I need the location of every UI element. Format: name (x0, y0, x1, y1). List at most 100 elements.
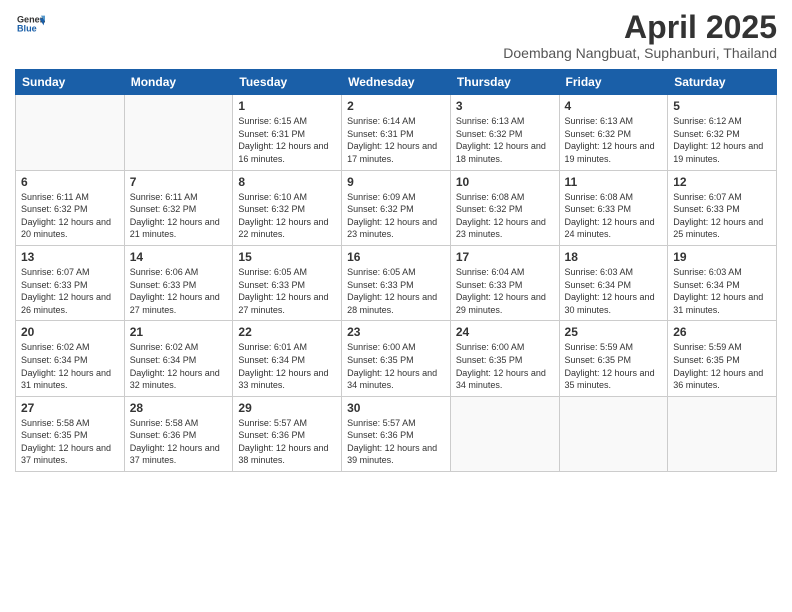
calendar-cell-w2-d2: 8 Sunrise: 6:10 AM Sunset: 6:32 PM Daylig… (233, 170, 342, 245)
title-block: April 2025 Doembang Nangbuat, Suphanburi… (503, 10, 777, 61)
calendar-cell-w4-d6: 26 Sunrise: 5:59 AM Sunset: 6:35 PM Dayli… (668, 321, 777, 396)
calendar-cell-w4-d3: 23 Sunrise: 6:00 AM Sunset: 6:35 PM Dayli… (342, 321, 451, 396)
day-number: 5 (673, 99, 771, 113)
day-info: Sunrise: 6:07 AM Sunset: 6:33 PM Dayligh… (21, 266, 119, 316)
header-tuesday: Tuesday (233, 70, 342, 95)
day-info: Sunrise: 6:05 AM Sunset: 6:33 PM Dayligh… (238, 266, 336, 316)
day-info: Sunrise: 6:00 AM Sunset: 6:35 PM Dayligh… (347, 341, 445, 391)
day-number: 16 (347, 250, 445, 264)
calendar-cell-w3-d3: 16 Sunrise: 6:05 AM Sunset: 6:33 PM Dayli… (342, 245, 451, 320)
calendar-cell-w2-d4: 10 Sunrise: 6:08 AM Sunset: 6:32 PM Dayli… (450, 170, 559, 245)
day-info: Sunrise: 5:58 AM Sunset: 6:35 PM Dayligh… (21, 417, 119, 467)
day-number: 8 (238, 175, 336, 189)
day-info: Sunrise: 6:06 AM Sunset: 6:33 PM Dayligh… (130, 266, 228, 316)
calendar-cell-w2-d3: 9Sunrise: 6:09 AM Sunset: 6:32 PM Daylig… (342, 170, 451, 245)
day-number: 23 (347, 325, 445, 339)
calendar-cell-w5-d0: 27 Sunrise: 5:58 AM Sunset: 6:35 PM Dayli… (16, 396, 125, 471)
header-friday: Friday (559, 70, 668, 95)
calendar-cell-w3-d0: 13 Sunrise: 6:07 AM Sunset: 6:33 PM Dayli… (16, 245, 125, 320)
day-info: Sunrise: 5:59 AM Sunset: 6:35 PM Dayligh… (565, 341, 663, 391)
calendar-cell-w3-d6: 19 Sunrise: 6:03 AM Sunset: 6:34 PM Dayli… (668, 245, 777, 320)
day-number: 25 (565, 325, 663, 339)
calendar-title: April 2025 (503, 10, 777, 45)
calendar-cell-w1-d4: 3 Sunrise: 6:13 AM Sunset: 6:32 PM Daylig… (450, 95, 559, 170)
calendar-cell-w5-d6 (668, 396, 777, 471)
logo-icon: General Blue (17, 10, 45, 38)
day-number: 29 (238, 401, 336, 415)
day-number: 10 (456, 175, 554, 189)
day-number: 17 (456, 250, 554, 264)
calendar-cell-w1-d6: 5 Sunrise: 6:12 AM Sunset: 6:32 PM Daylig… (668, 95, 777, 170)
day-info: Sunrise: 6:13 AM Sunset: 6:32 PM Dayligh… (565, 115, 663, 165)
day-info: Sunrise: 5:59 AM Sunset: 6:35 PM Dayligh… (673, 341, 771, 391)
day-info: Sunrise: 6:14 AM Sunset: 6:31 PM Dayligh… (347, 115, 445, 165)
week-row-2: 6 Sunrise: 6:11 AM Sunset: 6:32 PM Daylig… (16, 170, 777, 245)
day-number: 15 (238, 250, 336, 264)
day-info: Sunrise: 6:08 AM Sunset: 6:32 PM Dayligh… (456, 191, 554, 241)
calendar-cell-w2-d1: 7 Sunrise: 6:11 AM Sunset: 6:32 PM Daylig… (124, 170, 233, 245)
week-row-3: 13 Sunrise: 6:07 AM Sunset: 6:33 PM Dayli… (16, 245, 777, 320)
day-info: Sunrise: 6:09 AM Sunset: 6:32 PM Dayligh… (347, 191, 445, 241)
calendar-cell-w5-d5 (559, 396, 668, 471)
day-info: Sunrise: 6:02 AM Sunset: 6:34 PM Dayligh… (21, 341, 119, 391)
week-row-4: 20 Sunrise: 6:02 AM Sunset: 6:34 PM Dayli… (16, 321, 777, 396)
day-number: 3 (456, 99, 554, 113)
calendar-cell-w2-d0: 6 Sunrise: 6:11 AM Sunset: 6:32 PM Daylig… (16, 170, 125, 245)
header-monday: Monday (124, 70, 233, 95)
week-row-5: 27 Sunrise: 5:58 AM Sunset: 6:35 PM Dayli… (16, 396, 777, 471)
day-number: 7 (130, 175, 228, 189)
day-number: 6 (21, 175, 119, 189)
day-info: Sunrise: 6:05 AM Sunset: 6:33 PM Dayligh… (347, 266, 445, 316)
day-info: Sunrise: 5:57 AM Sunset: 6:36 PM Dayligh… (347, 417, 445, 467)
day-info: Sunrise: 6:11 AM Sunset: 6:32 PM Dayligh… (21, 191, 119, 241)
day-number: 13 (21, 250, 119, 264)
calendar-cell-w3-d5: 18 Sunrise: 6:03 AM Sunset: 6:34 PM Dayli… (559, 245, 668, 320)
weekday-header-row: Sunday Monday Tuesday Wednesday Thursday… (16, 70, 777, 95)
calendar-cell-w4-d2: 22Sunrise: 6:01 AM Sunset: 6:34 PM Dayli… (233, 321, 342, 396)
day-number: 27 (21, 401, 119, 415)
header-wednesday: Wednesday (342, 70, 451, 95)
day-info: Sunrise: 6:07 AM Sunset: 6:33 PM Dayligh… (673, 191, 771, 241)
calendar-cell-w5-d2: 29Sunrise: 5:57 AM Sunset: 6:36 PM Dayli… (233, 396, 342, 471)
day-number: 28 (130, 401, 228, 415)
calendar-cell-w1-d2: 1 Sunrise: 6:15 AM Sunset: 6:31 PM Daylig… (233, 95, 342, 170)
day-number: 18 (565, 250, 663, 264)
logo: General Blue (15, 10, 45, 43)
day-number: 26 (673, 325, 771, 339)
calendar-cell-w2-d6: 12 Sunrise: 6:07 AM Sunset: 6:33 PM Dayli… (668, 170, 777, 245)
day-number: 11 (565, 175, 663, 189)
calendar-cell-w3-d2: 15 Sunrise: 6:05 AM Sunset: 6:33 PM Dayli… (233, 245, 342, 320)
day-number: 1 (238, 99, 336, 113)
day-number: 21 (130, 325, 228, 339)
day-info: Sunrise: 6:03 AM Sunset: 6:34 PM Dayligh… (565, 266, 663, 316)
day-info: Sunrise: 6:13 AM Sunset: 6:32 PM Dayligh… (456, 115, 554, 165)
calendar-cell-w2-d5: 11 Sunrise: 6:08 AM Sunset: 6:33 PM Dayli… (559, 170, 668, 245)
calendar-cell-w3-d1: 14 Sunrise: 6:06 AM Sunset: 6:33 PM Dayli… (124, 245, 233, 320)
day-info: Sunrise: 6:02 AM Sunset: 6:34 PM Dayligh… (130, 341, 228, 391)
calendar-cell-w1-d0 (16, 95, 125, 170)
calendar-cell-w4-d4: 24Sunrise: 6:00 AM Sunset: 6:35 PM Dayli… (450, 321, 559, 396)
calendar-cell-w1-d5: 4Sunrise: 6:13 AM Sunset: 6:32 PM Daylig… (559, 95, 668, 170)
day-info: Sunrise: 6:08 AM Sunset: 6:33 PM Dayligh… (565, 191, 663, 241)
calendar-cell-w1-d3: 2Sunrise: 6:14 AM Sunset: 6:31 PM Daylig… (342, 95, 451, 170)
day-info: Sunrise: 6:11 AM Sunset: 6:32 PM Dayligh… (130, 191, 228, 241)
day-info: Sunrise: 6:03 AM Sunset: 6:34 PM Dayligh… (673, 266, 771, 316)
day-number: 20 (21, 325, 119, 339)
day-number: 12 (673, 175, 771, 189)
calendar-cell-w3-d4: 17Sunrise: 6:04 AM Sunset: 6:33 PM Dayli… (450, 245, 559, 320)
day-info: Sunrise: 6:15 AM Sunset: 6:31 PM Dayligh… (238, 115, 336, 165)
calendar-cell-w5-d3: 30 Sunrise: 5:57 AM Sunset: 6:36 PM Dayli… (342, 396, 451, 471)
header-saturday: Saturday (668, 70, 777, 95)
day-number: 30 (347, 401, 445, 415)
day-info: Sunrise: 6:00 AM Sunset: 6:35 PM Dayligh… (456, 341, 554, 391)
day-number: 14 (130, 250, 228, 264)
day-info: Sunrise: 6:10 AM Sunset: 6:32 PM Dayligh… (238, 191, 336, 241)
calendar-cell-w1-d1 (124, 95, 233, 170)
day-number: 19 (673, 250, 771, 264)
week-row-1: 1 Sunrise: 6:15 AM Sunset: 6:31 PM Daylig… (16, 95, 777, 170)
calendar-cell-w4-d1: 21 Sunrise: 6:02 AM Sunset: 6:34 PM Dayli… (124, 321, 233, 396)
calendar-table: Sunday Monday Tuesday Wednesday Thursday… (15, 69, 777, 472)
header-thursday: Thursday (450, 70, 559, 95)
day-info: Sunrise: 6:12 AM Sunset: 6:32 PM Dayligh… (673, 115, 771, 165)
svg-text:Blue: Blue (17, 24, 37, 34)
